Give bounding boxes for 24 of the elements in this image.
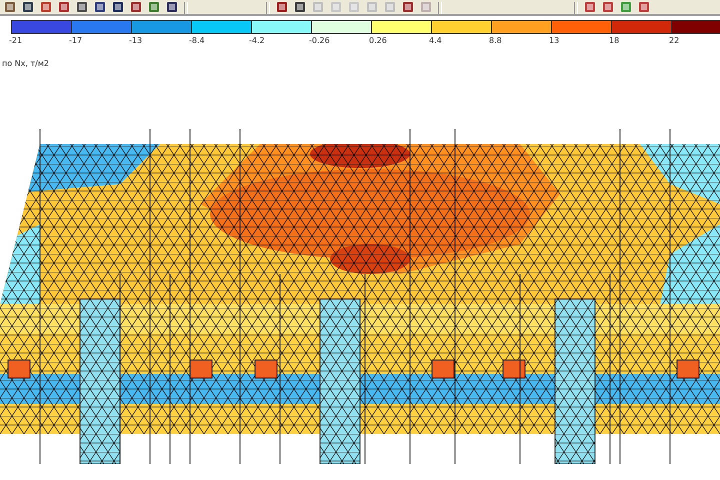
legend-tick-label: 18: [609, 36, 620, 45]
tool-icon[interactable]: [4, 2, 16, 14]
tool-icon[interactable]: [112, 2, 124, 14]
tool-icon[interactable]: [130, 2, 142, 14]
legend-tick-label: -8.4: [189, 36, 205, 45]
legend-tick-label: 0.26: [369, 36, 387, 45]
tool-icon[interactable]: [94, 2, 106, 14]
caption-text: по Nx, т/м2: [2, 59, 49, 68]
tool-icon[interactable]: [402, 2, 414, 14]
legend-tick-label: 8.8: [489, 36, 502, 45]
tool-icon[interactable]: [166, 2, 178, 14]
tool-icon[interactable]: [276, 2, 288, 14]
tool-icon[interactable]: [22, 2, 34, 14]
legend-tick-label: -17: [69, 36, 82, 45]
tool-icon[interactable]: [76, 2, 88, 14]
legend-tick-label: 13: [549, 36, 560, 45]
legend-tick-label: -13: [129, 36, 142, 45]
legend-tick-label: -4.2: [249, 36, 265, 45]
legend-tick-label: 4.4: [429, 36, 442, 45]
tool-icon[interactable]: [58, 2, 70, 14]
legend-tick-label: -21: [9, 36, 22, 45]
tool-icon[interactable]: [294, 2, 306, 14]
legend-tick-label: 22: [669, 36, 680, 45]
legend-tick-label: -0.26: [309, 36, 330, 45]
